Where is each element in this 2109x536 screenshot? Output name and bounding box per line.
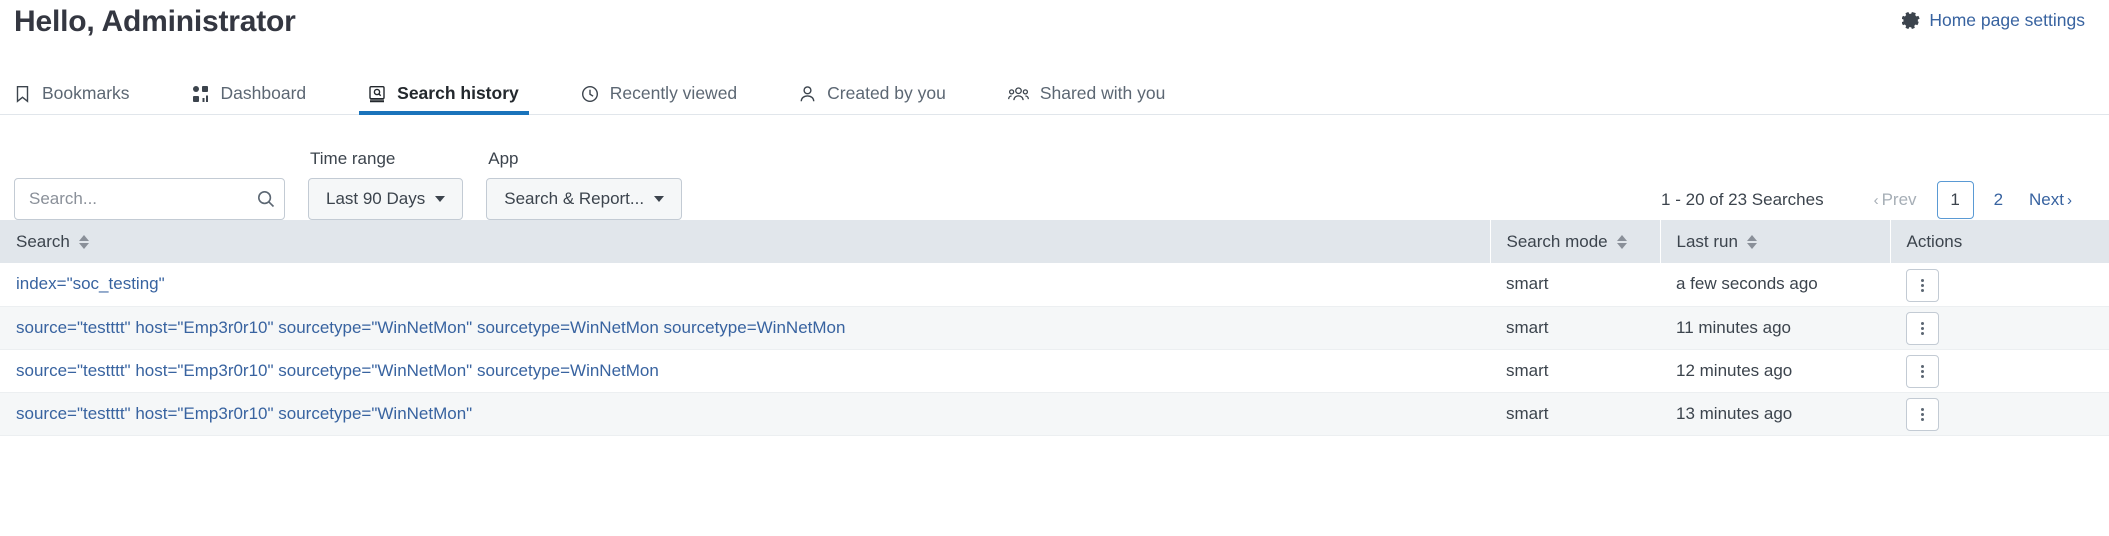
table-row: source="testttt" host="Emp3r0r10" source… [0,392,2109,436]
table-row: index="soc_testing" smart a few seconds … [0,263,2109,307]
cell-search: source="testttt" host="Emp3r0r10" source… [0,392,1490,436]
column-label: Actions [1906,231,1963,251]
cell-last-run: a few seconds ago [1660,263,1890,307]
cell-actions [1890,263,2109,307]
search-label-spacer [14,152,285,178]
kebab-menu-icon[interactable] [1906,355,1939,388]
table-body: index="soc_testing" smart a few seconds … [0,263,2109,436]
kebab-menu-icon[interactable] [1906,268,1939,302]
kebab-menu-icon[interactable] [1906,312,1939,345]
app-value: Search & Report... [504,189,645,208]
pagination-page-1[interactable]: 1 [1936,181,1974,219]
user-icon [799,85,816,103]
kebab-menu-icon[interactable] [1906,398,1939,431]
search-input[interactable] [29,189,250,209]
tab-shared-with-you[interactable]: Shared with you [1007,83,1166,114]
column-header-search[interactable]: Search [0,220,1491,263]
sort-arrows-icon[interactable] [1746,234,1757,249]
column-label: Last run [1676,231,1738,251]
cell-search-mode: smart [1490,263,1660,307]
pagination-links: ‹ Prev 1 2 Next › [1861,181,2085,219]
search-query-link[interactable]: source="testttt" host="Emp3r0r10" source… [16,361,659,380]
users-group-icon [1007,85,1029,103]
time-range-label: Time range [310,149,396,168]
home-tabs: Bookmarks Dashboard Search history Recen… [0,70,2109,115]
tab-bookmarks[interactable]: Bookmarks [14,83,130,114]
cell-search: source="testttt" host="Emp3r0r10" source… [0,306,1490,350]
column-header-last-run[interactable]: Last run [1660,220,1891,263]
app-dropdown[interactable]: Search & Report... [486,178,683,220]
app-filter-group: App Search & Report... [486,149,683,220]
search-query-link[interactable]: index="soc_testing" [16,274,165,293]
table-row: source="testttt" host="Emp3r0r10" source… [0,349,2109,393]
clock-icon [581,85,599,103]
cell-actions [1890,392,2109,436]
pagination: 1 - 20 of 23 Searches ‹ Prev 1 2 Next › [1661,181,2085,220]
tab-created-by-you[interactable]: Created by you [799,83,946,114]
tab-label: Dashboard [220,83,307,103]
cell-last-run: 11 minutes ago [1660,306,1890,350]
pagination-page-2[interactable]: 2 [1981,190,2016,210]
search-history-icon [368,85,386,103]
tab-label: Created by you [827,83,946,103]
caret-down-icon [654,196,665,202]
column-label: Search [16,231,70,251]
table-row: source="testttt" host="Emp3r0r10" source… [0,306,2109,350]
search-query-link[interactable]: source="testttt" host="Emp3r0r10" source… [16,404,472,423]
page-header: Hello, Administrator Home page settings [0,0,2109,70]
cell-search-mode: smart [1490,392,1660,436]
tab-dashboard[interactable]: Dashboard [192,83,307,114]
cell-search-mode: smart [1490,306,1660,350]
search-filter-group [14,152,285,220]
cell-search-mode: smart [1490,349,1660,393]
filter-controls: Time range Last 90 Days App Search & Rep… [0,115,2109,220]
time-range-dropdown[interactable]: Last 90 Days [308,178,464,220]
app-label: App [488,149,519,168]
pagination-prev-label: Prev [1881,190,1917,209]
pagination-next-label: Next [2029,190,2064,209]
gear-icon [1902,11,1921,30]
search-history-table: Search Search mode Last run Actions inde… [0,220,2109,436]
tab-search-history[interactable]: Search history [359,83,529,115]
cell-last-run: 12 minutes ago [1660,349,1890,393]
dashboard-grid-icon [192,85,210,103]
tab-label: Recently viewed [609,83,738,103]
home-page-settings-label: Home page settings [1929,10,2085,30]
column-label: Search mode [1506,231,1608,251]
tab-label: Bookmarks [42,83,130,103]
cell-actions [1890,306,2109,350]
chevron-left-icon: ‹ [1873,191,1879,209]
pagination-next[interactable]: Next › [2016,190,2085,210]
cell-search: source="testttt" host="Emp3r0r10" source… [0,349,1490,393]
caret-down-icon [435,196,446,202]
search-icon[interactable] [256,189,276,209]
column-header-actions: Actions [1890,220,2109,263]
pagination-prev[interactable]: ‹ Prev [1861,190,1930,210]
search-input-wrapper[interactable] [14,178,285,220]
cell-actions [1890,349,2109,393]
tab-recently-viewed[interactable]: Recently viewed [581,83,737,114]
column-header-search-mode[interactable]: Search mode [1490,220,1661,263]
sort-arrows-icon[interactable] [78,234,89,249]
table-header: Search Search mode Last run Actions [0,220,2109,263]
time-range-group: Time range Last 90 Days [308,149,464,220]
sort-arrows-icon[interactable] [1616,234,1627,249]
chevron-right-icon: › [2067,191,2072,209]
page-title: Hello, Administrator [14,5,296,38]
home-page-settings-button[interactable]: Home page settings [1902,10,2085,31]
pagination-summary: 1 - 20 of 23 Searches [1661,190,1824,209]
cell-last-run: 13 minutes ago [1660,392,1890,436]
tab-label: Search history [397,83,519,103]
cell-search: index="soc_testing" [0,263,1490,307]
time-range-value: Last 90 Days [326,189,426,208]
table-header-row: Search Search mode Last run Actions [0,220,2109,263]
tab-label: Shared with you [1039,83,1166,103]
search-query-link[interactable]: source="testttt" host="Emp3r0r10" source… [16,318,845,337]
bookmark-icon [14,85,31,103]
